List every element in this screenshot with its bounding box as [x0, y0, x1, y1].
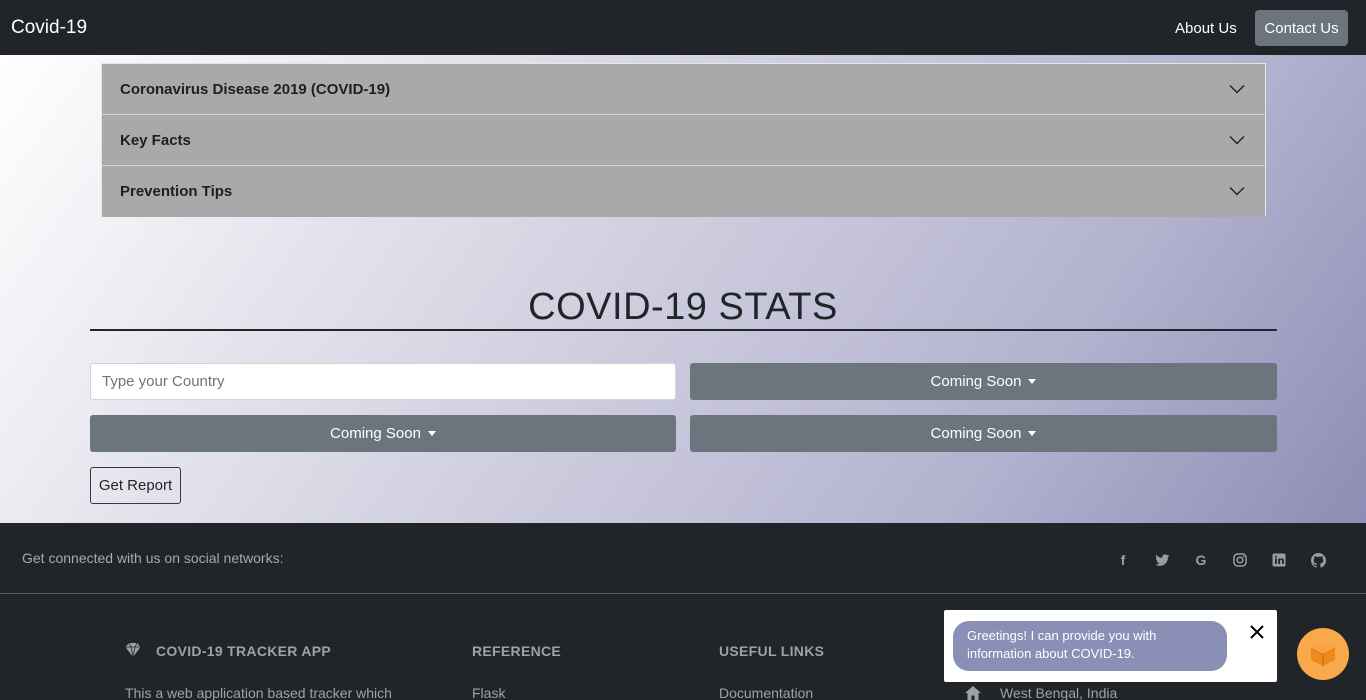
accordion-item-covid19[interactable]: Coronavirus Disease 2019 (COVID-19)	[102, 64, 1265, 115]
chatbot-box-icon	[1310, 642, 1336, 666]
caret-down-icon	[1028, 431, 1037, 436]
footer-heading-useful-links: USEFUL LINKS	[719, 643, 825, 659]
footer-link-documentation[interactable]: Documentation	[719, 685, 813, 700]
stats-divider	[90, 329, 1277, 331]
country-search-input[interactable]	[90, 363, 676, 400]
social-icons: f G	[1112, 549, 1329, 571]
chevron-down-icon	[1229, 135, 1245, 145]
footer-link-flask[interactable]: Flask	[472, 685, 505, 700]
chevron-down-icon	[1229, 186, 1245, 196]
coming-soon-dropdown-3[interactable]: Coming Soon	[690, 415, 1277, 452]
footer-divider	[0, 593, 1366, 594]
home-icon	[965, 686, 981, 700]
dropdown-label: Coming Soon	[930, 425, 1022, 442]
chatbot-popup: Greetings! I can provide you with inform…	[944, 610, 1277, 682]
coming-soon-dropdown-1[interactable]: Coming Soon	[690, 363, 1277, 400]
coming-soon-dropdown-2[interactable]: Coming Soon	[90, 415, 676, 452]
navbar: Covid-19 About Us Contact Us	[0, 0, 1366, 55]
chevron-down-icon	[1229, 84, 1245, 94]
get-report-button[interactable]: Get Report	[90, 467, 181, 504]
google-icon[interactable]: G	[1190, 549, 1212, 571]
dropdown-label: Coming Soon	[930, 373, 1022, 390]
footer-heading-app: COVID-19 TRACKER APP	[156, 643, 332, 659]
brand-logo-text[interactable]: Covid-19	[11, 17, 87, 39]
chatbot-greeting-bubble: Greetings! I can provide you with inform…	[953, 621, 1227, 671]
contact-us-button[interactable]: Contact Us	[1255, 10, 1348, 46]
main-section: Coronavirus Disease 2019 (COVID-19) Key …	[0, 55, 1366, 523]
caret-down-icon	[427, 431, 436, 436]
linkedin-icon[interactable]	[1268, 549, 1290, 571]
github-icon[interactable]	[1307, 549, 1329, 571]
accordion-item-title: Prevention Tips	[120, 183, 233, 200]
about-us-link[interactable]: About Us	[1175, 20, 1237, 37]
chatbot-launcher-button[interactable]	[1297, 628, 1349, 680]
info-accordion: Coronavirus Disease 2019 (COVID-19) Key …	[101, 63, 1266, 217]
footer-app-description: This a web application based tracker whi…	[125, 685, 392, 700]
footer-heading-reference: REFERENCE	[472, 643, 562, 659]
accordion-item-key-facts[interactable]: Key Facts	[102, 115, 1265, 166]
caret-down-icon	[1028, 379, 1037, 384]
stats-heading: COVID-19 STATS	[528, 286, 838, 328]
instagram-icon[interactable]	[1229, 549, 1251, 571]
close-icon[interactable]	[1248, 623, 1266, 641]
dropdown-label: Coming Soon	[330, 425, 421, 442]
accordion-item-title: Coronavirus Disease 2019 (COVID-19)	[120, 81, 391, 98]
gem-icon	[125, 642, 141, 658]
accordion-item-title: Key Facts	[120, 132, 191, 149]
twitter-icon[interactable]	[1151, 549, 1173, 571]
facebook-icon[interactable]: f	[1112, 549, 1134, 571]
accordion-item-prevention-tips[interactable]: Prevention Tips	[102, 166, 1265, 217]
social-connect-text: Get connected with us on social networks…	[22, 550, 284, 566]
footer-address: West Bengal, India	[1000, 685, 1118, 700]
